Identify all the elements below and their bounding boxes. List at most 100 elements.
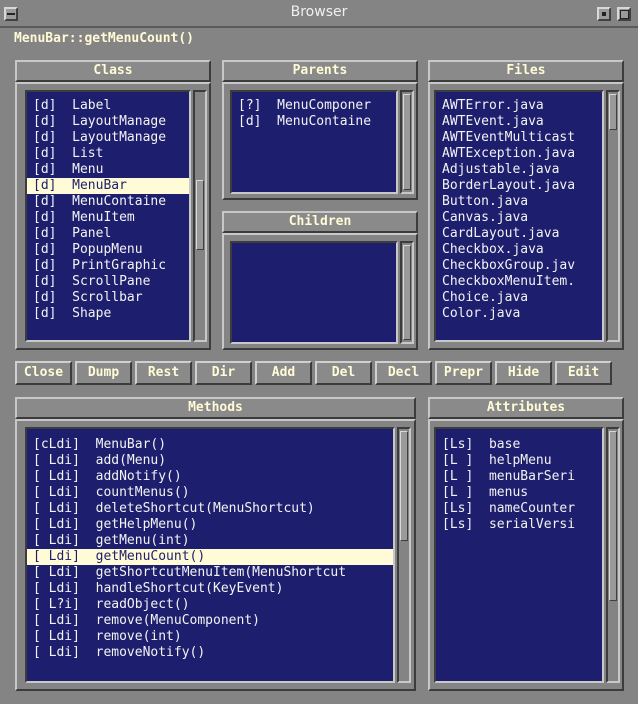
parents-list[interactable]: [?] MenuComponer [d] MenuContaine: [230, 90, 398, 194]
children-scrollbar[interactable]: [400, 241, 414, 344]
list-item[interactable]: [ Ldi] add(Menu): [27, 453, 393, 469]
current-symbol-label: MenuBar::getMenuCount(): [14, 31, 195, 46]
files-scrollbar[interactable]: [606, 90, 620, 342]
edit-button[interactable]: Edit: [555, 361, 612, 385]
list-item[interactable]: Button.java: [436, 194, 602, 210]
list-item[interactable]: Choice.java: [436, 290, 602, 306]
rest-button[interactable]: Rest: [135, 361, 192, 385]
files-panel: AWTError.java AWTEvent.java AWTEventMultic…: [428, 82, 624, 350]
attributes-scroll-thumb[interactable]: [609, 431, 617, 601]
class-list[interactable]: [d] Label [d] LayoutManage [d] LayoutManag…: [25, 90, 191, 342]
list-item[interactable]: [d] Shape: [27, 306, 189, 322]
window-title: Browser: [290, 4, 348, 20]
methods-header: Methods: [15, 397, 416, 419]
methods-scrollbar[interactable]: [397, 427, 411, 683]
children-panel: [222, 233, 418, 350]
list-item[interactable]: [cLdi] MenuBar(): [27, 437, 393, 453]
list-item[interactable]: [d] Scrollbar: [27, 290, 189, 306]
class-scroll-thumb[interactable]: [196, 180, 204, 250]
decl-button[interactable]: Decl: [375, 361, 432, 385]
class-header: Class: [15, 60, 211, 82]
attributes-panel: [Ls] base [L ] helpMenu [L ] menuBarSeri [L…: [428, 419, 624, 691]
children-list-rows: [232, 243, 396, 249]
list-item[interactable]: [d] PopupMenu: [27, 242, 189, 258]
list-item[interactable]: [L ] menuBarSeri: [436, 469, 602, 485]
list-item[interactable]: [ Ldi] getHelpMenu(): [27, 517, 393, 533]
list-item[interactable]: [ Ldi] handleShortcut(KeyEvent): [27, 581, 393, 597]
list-item[interactable]: [ L?i] readObject(): [27, 597, 393, 613]
children-header: Children: [222, 211, 418, 233]
files-list[interactable]: AWTError.java AWTEvent.java AWTEventMultic…: [434, 90, 604, 342]
list-item[interactable]: [L ] menus: [436, 485, 602, 501]
parents-header: Parents: [222, 60, 418, 82]
list-item[interactable]: AWTError.java: [436, 98, 602, 114]
list-item[interactable]: Color.java: [436, 306, 602, 322]
list-item[interactable]: Checkbox.java: [436, 242, 602, 258]
attributes-list-rows: [Ls] base [L ] helpMenu [L ] menuBarSeri [L…: [436, 429, 602, 533]
list-item[interactable]: [ Ldi] getMenu(int): [27, 533, 393, 549]
list-item[interactable]: [d] LayoutManage: [27, 114, 189, 130]
list-item[interactable]: [d] Panel: [27, 226, 189, 242]
list-item[interactable]: [ Ldi] removeNotify(): [27, 645, 393, 661]
maximize-icon[interactable]: [617, 7, 631, 21]
list-item[interactable]: [Ls] serialVersi: [436, 517, 602, 533]
list-item[interactable]: CheckboxGroup.jav: [436, 258, 602, 274]
parents-list-rows: [?] MenuComponer [d] MenuContaine: [232, 92, 396, 130]
parents-panel: [?] MenuComponer [d] MenuContaine: [222, 82, 418, 200]
list-item[interactable]: CardLayout.java: [436, 226, 602, 242]
list-item[interactable]: Adjustable.java: [436, 162, 602, 178]
list-item[interactable]: [ Ldi] deleteShortcut(MenuShortcut): [27, 501, 393, 517]
list-item[interactable]: [ Ldi] countMenus(): [27, 485, 393, 501]
class-panel: [d] Label [d] LayoutManage [d] LayoutManag…: [15, 82, 211, 350]
list-item[interactable]: AWTException.java: [436, 146, 602, 162]
list-item[interactable]: [L ] helpMenu: [436, 453, 602, 469]
files-header: Files: [428, 60, 624, 82]
del-button[interactable]: Del: [315, 361, 372, 385]
list-item[interactable]: [d] PrintGraphic: [27, 258, 189, 274]
class-scrollbar[interactable]: [193, 90, 207, 342]
list-item[interactable]: [d] LayoutManage: [27, 130, 189, 146]
list-item[interactable]: CheckboxMenuItem.: [436, 274, 602, 290]
list-item[interactable]: AWTEvent.java: [436, 114, 602, 130]
methods-list[interactable]: [cLdi] MenuBar()[ Ldi] add(Menu)[ Ldi] a…: [25, 427, 395, 683]
close-button[interactable]: Close: [15, 361, 72, 385]
list-item[interactable]: [ Ldi] getShortcutMenuItem(MenuShortcut: [27, 565, 393, 581]
list-item[interactable]: [d] Menu: [27, 162, 189, 178]
list-item[interactable]: [?] MenuComponer: [232, 98, 396, 114]
minimize-icon[interactable]: [597, 7, 611, 21]
list-item[interactable]: [d] Label: [27, 98, 189, 114]
children-list[interactable]: [230, 241, 398, 344]
list-item[interactable]: BorderLayout.java: [436, 178, 602, 194]
list-item[interactable]: [Ls] nameCounter: [436, 501, 602, 517]
dir-button[interactable]: Dir: [195, 361, 252, 385]
class-list-rows: [d] Label [d] LayoutManage [d] LayoutManag…: [27, 92, 189, 322]
list-item[interactable]: [ Ldi] addNotify(): [27, 469, 393, 485]
list-item[interactable]: [Ls] base: [436, 437, 602, 453]
methods-panel: [cLdi] MenuBar()[ Ldi] add(Menu)[ Ldi] a…: [15, 419, 416, 691]
methods-list-rows: [cLdi] MenuBar()[ Ldi] add(Menu)[ Ldi] a…: [27, 429, 393, 661]
dump-button[interactable]: Dump: [75, 361, 132, 385]
parents-scrollbar[interactable]: [400, 90, 414, 194]
list-item[interactable]: [d] MenuContaine: [27, 194, 189, 210]
attributes-header: Attributes: [428, 397, 624, 419]
files-list-rows: AWTError.java AWTEvent.java AWTEventMultic…: [436, 92, 602, 322]
hide-button[interactable]: Hide: [495, 361, 552, 385]
children-scroll-thumb[interactable]: [403, 245, 411, 340]
list-item[interactable]: [ Ldi] remove(MenuComponent): [27, 613, 393, 629]
list-item[interactable]: [d] ScrollPane: [27, 274, 189, 290]
prepr-button[interactable]: Prepr: [435, 361, 492, 385]
attributes-list[interactable]: [Ls] base [L ] helpMenu [L ] menuBarSeri [L…: [434, 427, 604, 683]
list-item[interactable]: [d] List: [27, 146, 189, 162]
list-item[interactable]: [ Ldi] remove(int): [27, 629, 393, 645]
list-item[interactable]: [ Ldi] getMenuCount(): [27, 549, 393, 565]
list-item[interactable]: [d] MenuBar: [27, 178, 189, 194]
list-item[interactable]: Canvas.java: [436, 210, 602, 226]
parents-scroll-thumb[interactable]: [403, 94, 411, 190]
list-item[interactable]: [d] MenuItem: [27, 210, 189, 226]
add-button[interactable]: Add: [255, 361, 312, 385]
methods-scroll-thumb[interactable]: [400, 431, 408, 541]
attributes-scrollbar[interactable]: [606, 427, 620, 683]
list-item[interactable]: [d] MenuContaine: [232, 114, 396, 130]
files-scroll-thumb[interactable]: [609, 94, 617, 130]
list-item[interactable]: AWTEventMulticast: [436, 130, 602, 146]
